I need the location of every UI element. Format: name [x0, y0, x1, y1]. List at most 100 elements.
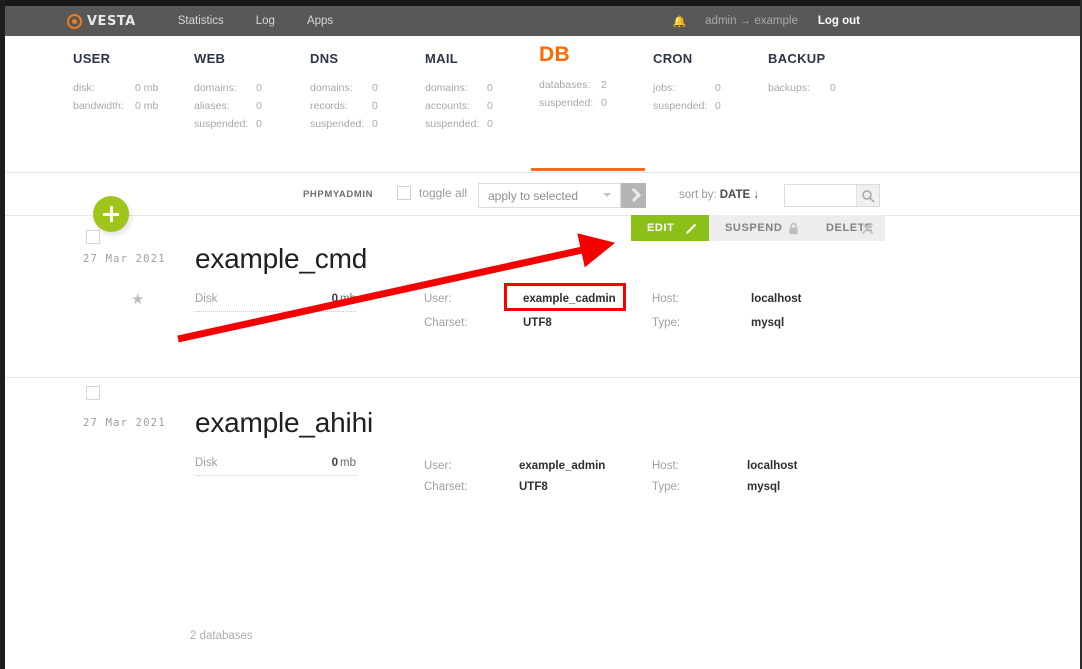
stat-title-dns: DNS: [310, 51, 339, 66]
stat-title-web: WEB: [194, 51, 226, 66]
database-record-row[interactable]: 27 Mar 2021 example_ahihi Disk 0 mb User:…: [5, 378, 1080, 522]
stat-row: suspended: 0: [539, 94, 607, 112]
toggle-all-label: toggle all: [419, 186, 468, 200]
vesta-control-panel: VESTA Statistics Log Apps 🔔 admin → exam…: [0, 0, 1082, 669]
field-key: User:: [424, 293, 452, 305]
main-nav: Statistics Log Apps: [162, 6, 349, 36]
stat-title-backup: BACKUP: [768, 51, 826, 66]
stat-row: jobs: 0: [653, 79, 721, 97]
database-name[interactable]: example_cmd: [195, 243, 367, 275]
field-value: UTF8: [523, 317, 552, 329]
stat-rows-db: databases: 2 suspended: 0: [539, 76, 607, 112]
row-select-checkbox[interactable]: [86, 230, 100, 244]
stat-key: suspended:: [194, 118, 249, 130]
nav-apps[interactable]: Apps: [291, 6, 349, 36]
disk-usage: Disk 0 mb: [195, 293, 356, 312]
stat-column-web[interactable]: WEB domains: 0 aliases: 0 suspended: 0: [194, 51, 262, 133]
stat-rows-web: domains: 0 aliases: 0 suspended: 0: [194, 79, 262, 133]
search-box: [784, 184, 880, 207]
row-select-checkbox[interactable]: [86, 386, 100, 400]
stat-row: domains: 0: [194, 79, 262, 97]
stat-value: 0: [601, 97, 607, 109]
stat-row: bandwidth: 0 mb: [73, 97, 158, 115]
user-context[interactable]: admin → example: [695, 15, 808, 27]
stat-column-backup[interactable]: BACKUP backups: 0: [768, 51, 836, 97]
stat-column-user[interactable]: USER disk: 0 mb bandwidth: 0 mb: [73, 51, 158, 115]
field-value: UTF8: [519, 481, 548, 493]
stat-column-db[interactable]: DB databases: 2 suspended: 0: [539, 44, 607, 112]
stat-column-cron[interactable]: CRON jobs: 0 suspended: 0: [653, 51, 721, 115]
field-user: User:: [424, 293, 451, 305]
field-type: Type:: [652, 481, 680, 493]
field-type-value: mysql: [751, 317, 784, 329]
database-name[interactable]: example_ahihi: [195, 407, 373, 439]
stat-rows-user: disk: 0 mb bandwidth: 0 mb: [73, 79, 158, 115]
notification-bell-icon[interactable]: 🔔: [663, 15, 695, 28]
stat-row: databases: 2: [539, 76, 607, 94]
stat-key: jobs:: [653, 82, 676, 94]
suspend-button-label: SUSPEND: [725, 222, 783, 234]
stat-key: bandwidth:: [73, 100, 124, 112]
logout-button[interactable]: Log out: [808, 15, 870, 27]
apply-to-selected-value: apply to selected: [488, 188, 579, 203]
stat-key: suspended:: [310, 118, 365, 130]
edit-button[interactable]: EDIT: [631, 215, 709, 241]
stat-value: 0: [830, 82, 836, 94]
field-host-value: localhost: [751, 293, 801, 305]
stat-row: suspended: 0: [194, 115, 262, 133]
nav-log[interactable]: Log: [240, 6, 291, 36]
stat-value: 0 mb: [135, 82, 159, 94]
star-icon[interactable]: ★: [131, 292, 144, 307]
field-value: example_admin: [519, 460, 606, 472]
stat-value: 0: [372, 118, 378, 130]
brand-logo[interactable]: VESTA: [67, 13, 136, 29]
record-date: 27 Mar 2021: [83, 417, 166, 429]
stat-title-user: USER: [73, 51, 111, 66]
field-key: Charset:: [424, 481, 468, 493]
toggle-all-checkbox[interactable]: [397, 186, 411, 200]
stat-column-dns[interactable]: DNS domains: 0 records: 0 suspended: 0: [310, 51, 378, 133]
suspend-button[interactable]: SUSPEND: [709, 215, 810, 241]
edit-button-label: EDIT: [647, 222, 675, 234]
search-icon: [862, 190, 875, 203]
stat-value: 2: [601, 79, 607, 91]
stat-value: 0: [256, 82, 262, 94]
field-type-value: mysql: [747, 481, 780, 493]
stat-rows-cron: jobs: 0 suspended: 0: [653, 79, 721, 115]
stat-title-db: DB: [539, 43, 570, 66]
apply-go-button[interactable]: [621, 183, 646, 208]
field-charset: Charset:: [424, 481, 467, 493]
stat-key: aliases:: [194, 100, 230, 112]
sort-by-control[interactable]: sort by: DATE ↓: [679, 189, 759, 201]
stat-key: domains:: [194, 82, 237, 94]
stat-row: suspended: 0: [310, 115, 378, 133]
search-button[interactable]: [856, 185, 879, 206]
top-nav-right: 🔔 admin → example Log out: [663, 15, 870, 28]
nav-statistics[interactable]: Statistics: [162, 6, 240, 36]
stat-key: records:: [310, 100, 348, 112]
delete-button[interactable]: DELETE: [810, 215, 885, 241]
top-navigation-bar: VESTA Statistics Log Apps 🔔 admin → exam…: [5, 6, 1080, 36]
sort-by-label: sort by:: [679, 189, 717, 201]
field-value: localhost: [747, 460, 798, 472]
add-database-button[interactable]: [93, 196, 129, 232]
stat-value: 0: [715, 100, 721, 112]
stat-value: 0: [372, 100, 378, 112]
stat-key: backups:: [768, 82, 811, 94]
search-input[interactable]: [785, 185, 857, 206]
apply-to-selected-select[interactable]: apply to selected: [478, 183, 621, 208]
field-user-value: example_cadmin: [523, 293, 616, 305]
stat-value: 0: [487, 118, 493, 130]
toggle-all-control[interactable]: toggle all: [397, 186, 467, 200]
chevron-down-icon: [603, 193, 611, 197]
stat-row: accounts: 0: [425, 97, 493, 115]
disk-label: Disk: [195, 293, 218, 305]
record-actions: EDIT SUSPEND DELETE: [631, 215, 885, 241]
stat-value: 0: [372, 82, 378, 94]
sort-by-value: DATE ↓: [719, 189, 760, 201]
database-record-row[interactable]: 27 Mar 2021 ★ example_cmd Disk 0 mb User:…: [5, 216, 1080, 378]
disk-usage: Disk 0 mb: [195, 457, 356, 476]
stat-column-mail[interactable]: MAIL domains: 0 accounts: 0 suspended: 0: [425, 51, 493, 133]
phpmyadmin-link[interactable]: PHPMYADMIN: [303, 189, 373, 200]
stat-row: records: 0: [310, 97, 378, 115]
